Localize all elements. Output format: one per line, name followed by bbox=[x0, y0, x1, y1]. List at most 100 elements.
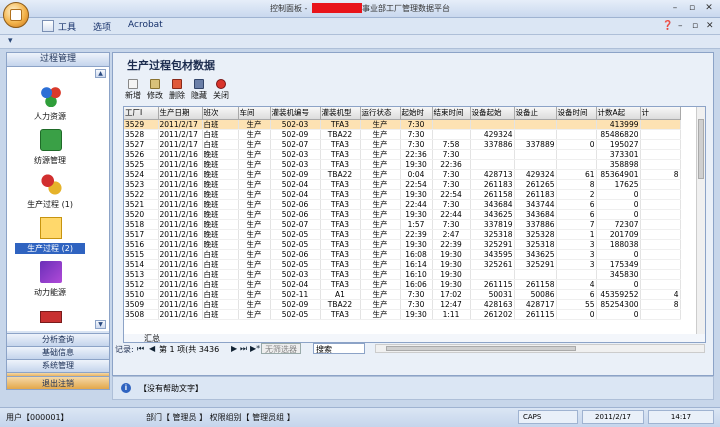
table-cell[interactable]: 生产 bbox=[238, 219, 271, 230]
first-record-icon[interactable]: ⏮ bbox=[137, 344, 144, 354]
table-cell[interactable]: 3509 bbox=[124, 299, 159, 310]
table-cell[interactable]: 7:58 bbox=[432, 139, 471, 150]
table-cell[interactable]: 502-09 bbox=[270, 299, 321, 310]
sidebar-group-exit[interactable]: 退出注销 bbox=[6, 376, 110, 390]
table-cell[interactable]: 生产 bbox=[360, 259, 401, 270]
table-cell[interactable]: 8 bbox=[640, 169, 681, 180]
table-cell[interactable]: 502-05 bbox=[270, 239, 321, 250]
table-cell[interactable]: 337886 bbox=[470, 139, 515, 150]
table-cell[interactable]: 白班 bbox=[202, 139, 239, 150]
table-cell[interactable]: 325318 bbox=[514, 239, 557, 250]
table-cell[interactable]: 3 bbox=[556, 239, 597, 250]
table-row[interactable]: 3529 2011/2/17 白班 生产 502-03 TFA3 生产 7:30 413999 bbox=[124, 119, 681, 130]
table-cell[interactable]: 325291 bbox=[470, 239, 515, 250]
search-input[interactable]: 搜索 bbox=[313, 343, 365, 354]
table-cell[interactable]: 2 bbox=[556, 189, 597, 200]
table-cell[interactable]: 0 bbox=[596, 279, 641, 290]
table-cell[interactable]: 343595 bbox=[470, 249, 515, 260]
table-cell[interactable] bbox=[514, 129, 557, 140]
table-cell[interactable]: 1:57 bbox=[400, 219, 433, 230]
table-cell[interactable]: 3526 bbox=[124, 149, 159, 160]
menu-tools[interactable]: 工具 bbox=[58, 20, 76, 33]
sidebar-item-partial[interactable] bbox=[7, 305, 93, 325]
help-icon[interactable]: ❓ bbox=[662, 21, 673, 31]
table-cell[interactable]: 337819 bbox=[470, 219, 515, 230]
table-cell[interactable]: 2011/2/16 bbox=[158, 189, 203, 200]
table-cell[interactable]: 61 bbox=[556, 169, 597, 180]
table-cell[interactable]: 生产 bbox=[238, 239, 271, 250]
table-row[interactable]: 3517 2011/2/16 晚班 生产 502-05 TFA3 生产 22:39 2:47 32… bbox=[124, 229, 681, 240]
table-cell[interactable]: 16:06 bbox=[400, 279, 433, 290]
table-cell[interactable]: 201709 bbox=[596, 229, 641, 240]
table-cell[interactable]: 2011/2/16 bbox=[158, 309, 203, 320]
table-cell[interactable]: 7:30 bbox=[400, 289, 433, 300]
column-header[interactable]: 运行状态 bbox=[360, 107, 401, 120]
table-cell[interactable]: TFA3 bbox=[320, 309, 361, 320]
table-cell[interactable]: 生产 bbox=[238, 249, 271, 260]
column-header[interactable]: 计 bbox=[640, 107, 681, 120]
close-button[interactable]: ✕ bbox=[703, 3, 715, 14]
table-cell[interactable]: 生产 bbox=[238, 189, 271, 200]
table-cell[interactable]: 358898 bbox=[596, 159, 641, 170]
office-button[interactable] bbox=[3, 2, 29, 28]
table-cell[interactable]: 2011/2/16 bbox=[158, 159, 203, 170]
column-header[interactable]: 计数A起 bbox=[596, 107, 641, 120]
table-cell[interactable]: 502-03 bbox=[270, 159, 321, 170]
table-cell[interactable] bbox=[640, 229, 681, 240]
table-cell[interactable]: 502-06 bbox=[270, 249, 321, 260]
table-cell[interactable] bbox=[640, 139, 681, 150]
table-cell[interactable]: 生产 bbox=[238, 169, 271, 180]
table-cell[interactable]: 2011/2/16 bbox=[158, 289, 203, 300]
table-cell[interactable]: 261158 bbox=[470, 189, 515, 200]
table-cell[interactable]: 7:30 bbox=[432, 149, 471, 160]
table-cell[interactable] bbox=[640, 149, 681, 160]
table-cell[interactable]: 19:30 bbox=[432, 259, 471, 270]
table-cell[interactable]: 晚班 bbox=[202, 229, 239, 240]
table-cell[interactable]: 429324 bbox=[514, 169, 557, 180]
table-cell[interactable]: 19:30 bbox=[400, 189, 433, 200]
table-cell[interactable]: 晚班 bbox=[202, 159, 239, 170]
ribbon-toggle-icon[interactable]: ▾ bbox=[8, 36, 13, 46]
table-cell[interactable]: 2011/2/16 bbox=[158, 229, 203, 240]
table-cell[interactable]: 白班 bbox=[202, 309, 239, 320]
table-cell[interactable]: 2011/2/16 bbox=[158, 169, 203, 180]
table-cell[interactable]: TFA3 bbox=[320, 279, 361, 290]
doc-close-button[interactable]: ✕ bbox=[706, 21, 714, 31]
table-cell[interactable]: 生产 bbox=[360, 309, 401, 320]
table-cell[interactable] bbox=[470, 159, 515, 170]
table-cell[interactable] bbox=[640, 189, 681, 200]
table-cell[interactable]: 3525 bbox=[124, 159, 159, 170]
table-cell[interactable] bbox=[514, 119, 557, 130]
edit-button[interactable]: 修改 bbox=[145, 79, 165, 101]
table-cell[interactable]: 生产 bbox=[360, 149, 401, 160]
table-cell[interactable]: 502-07 bbox=[270, 139, 321, 150]
table-cell[interactable]: 343684 bbox=[514, 209, 557, 220]
table-cell[interactable]: 生产 bbox=[360, 299, 401, 310]
table-cell[interactable]: 85486820 bbox=[596, 129, 641, 140]
table-cell[interactable]: 7:30 bbox=[432, 199, 471, 210]
table-cell[interactable]: 502-04 bbox=[270, 279, 321, 290]
table-cell[interactable] bbox=[556, 119, 597, 130]
table-cell[interactable]: 337889 bbox=[514, 139, 557, 150]
table-cell[interactable] bbox=[640, 219, 681, 230]
table-cell[interactable]: 4 bbox=[556, 279, 597, 290]
table-cell[interactable]: TFA3 bbox=[320, 149, 361, 160]
table-cell[interactable]: 2:47 bbox=[432, 229, 471, 240]
sidebar-group-system[interactable]: 系统管理 bbox=[7, 359, 109, 372]
table-cell[interactable]: 19:30 bbox=[432, 269, 471, 280]
table-cell[interactable]: 3512 bbox=[124, 279, 159, 290]
grid-hscroll-thumb[interactable] bbox=[386, 346, 576, 351]
table-cell[interactable] bbox=[640, 159, 681, 170]
minimize-button[interactable]: – bbox=[669, 3, 681, 14]
table-cell[interactable]: 325291 bbox=[514, 259, 557, 270]
table-row[interactable]: 3528 2011/2/17 白班 生产 502-09 TBA22 生产 7:30 429324… bbox=[124, 129, 681, 140]
table-cell[interactable]: 45359252 bbox=[596, 289, 641, 300]
table-row[interactable]: 3514 2011/2/16 白班 生产 502-05 TFA3 生产 16:14 19:30 3… bbox=[124, 259, 681, 270]
table-cell[interactable]: 19:30 bbox=[432, 249, 471, 260]
table-cell[interactable]: 19:30 bbox=[432, 279, 471, 290]
table-cell[interactable]: TFA3 bbox=[320, 189, 361, 200]
table-cell[interactable]: 白班 bbox=[202, 119, 239, 130]
table-cell[interactable]: 白班 bbox=[202, 279, 239, 290]
grid-vertical-scrollbar[interactable] bbox=[696, 107, 705, 334]
table-cell[interactable]: 261183 bbox=[514, 189, 557, 200]
